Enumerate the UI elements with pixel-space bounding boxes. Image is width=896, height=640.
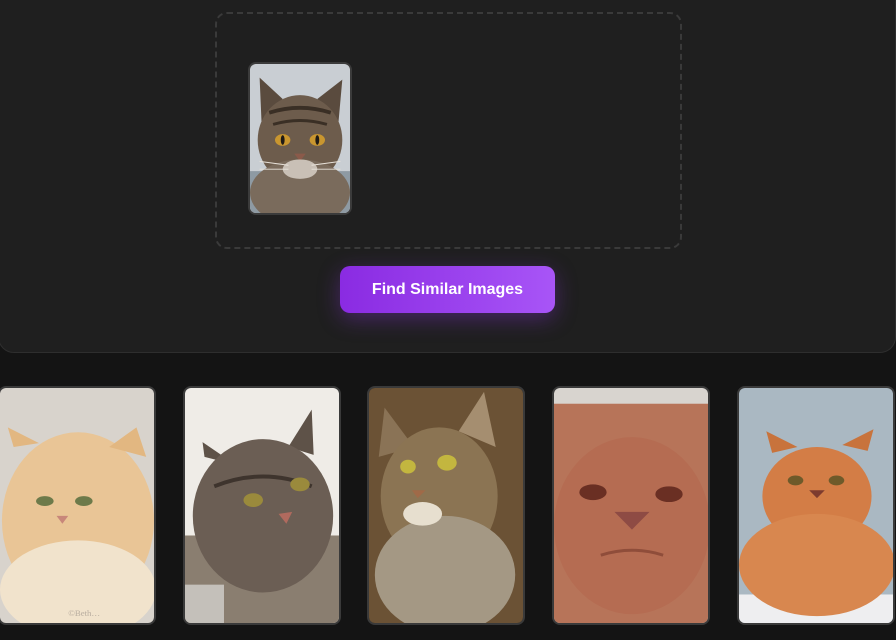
result-image-card[interactable]: ©Beth…	[0, 386, 156, 625]
result-image-card[interactable]	[737, 386, 895, 625]
tabby-cat-photo	[250, 64, 350, 213]
cream-persian-cat-photo: ©Beth…	[0, 388, 154, 623]
find-similar-images-button[interactable]: Find Similar Images	[340, 266, 555, 313]
maine-coon-tabby-cat-photo	[369, 388, 523, 623]
result-image-card[interactable]	[183, 386, 341, 625]
result-image-card[interactable]	[367, 386, 525, 625]
orange-persian-cat-photo	[739, 388, 893, 623]
long-haired-tabby-cat-photo	[185, 388, 339, 623]
photo-watermark: ©Beth…	[68, 608, 100, 618]
result-image-card[interactable]	[552, 386, 710, 625]
red-persian-cat-photo	[554, 388, 708, 623]
uploaded-image-thumbnail[interactable]	[248, 62, 352, 215]
